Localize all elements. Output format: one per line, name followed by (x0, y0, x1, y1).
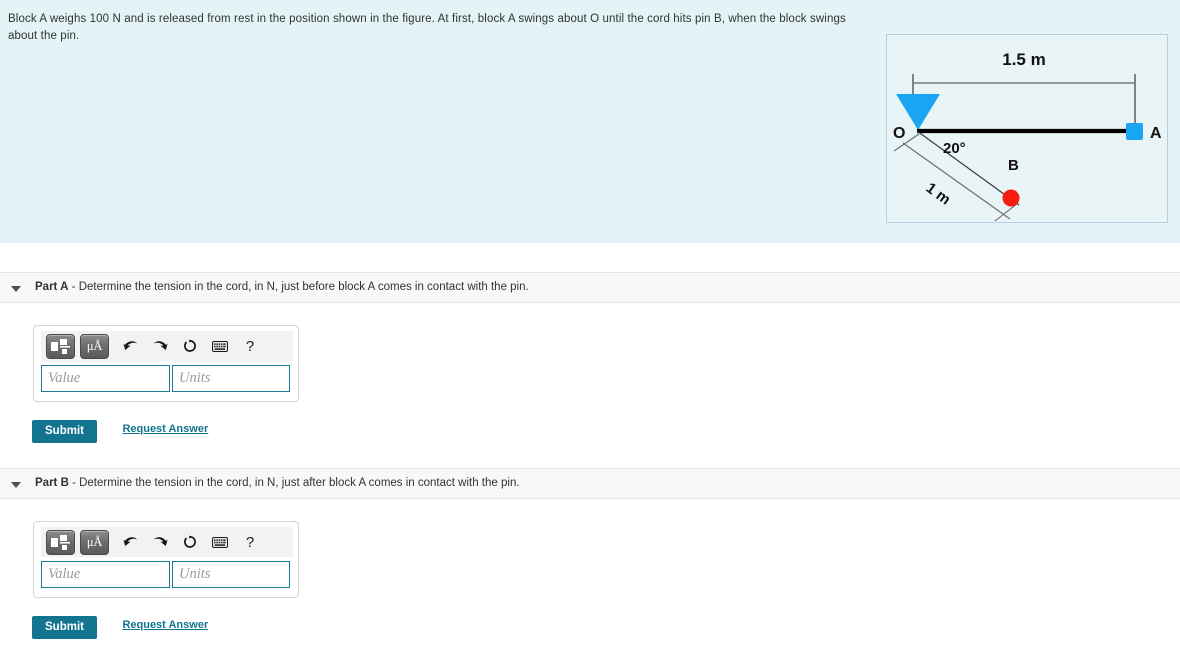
value-input-placeholder: Value (48, 566, 81, 582)
figure-label-cord-dimension: 1 m (923, 179, 954, 208)
figure-label-top-dimension: 1.5 m (1002, 50, 1045, 69)
units-input-placeholder: Units (179, 370, 211, 386)
part-b-title: Part B (35, 477, 69, 489)
units-input[interactable]: Units (172, 561, 290, 588)
collapse-caret-icon[interactable] (11, 286, 21, 292)
value-input-placeholder: Value (48, 370, 81, 386)
figure-label-angle: 20° (943, 140, 966, 157)
help-icon[interactable]: ? (237, 334, 263, 358)
problem-statement-text: Block A weighs 100 N and is released fro… (8, 13, 846, 42)
request-answer-link[interactable]: Request Answer (122, 619, 208, 631)
part-a-field-row: Value Units (41, 365, 290, 392)
part-b-separator: - (68, 477, 80, 489)
figure-label-pivot-o: O (893, 125, 905, 142)
part-a-header[interactable]: Part A - Determine the tension in the co… (0, 272, 1180, 303)
part-b-toolbar: μÅ ? (41, 527, 293, 557)
part-a-toolbar: μÅ ? (41, 331, 293, 361)
keyboard-icon[interactable] (207, 530, 233, 554)
units-input[interactable]: Units (172, 365, 290, 392)
units-entry-label: μÅ (86, 534, 103, 549)
reset-circular-arrow-icon[interactable] (177, 530, 203, 554)
part-a-answer-card: μÅ ? Value Units (33, 325, 299, 402)
pin-b-marker (1002, 189, 1020, 207)
reset-circular-arrow-icon[interactable] (177, 334, 203, 358)
part-b-question: Determine the tension in the cord, in N,… (79, 477, 520, 489)
part-a-label: Part A - Determine the tension in the co… (35, 281, 529, 293)
part-a-question: Determine the tension in the cord, in N,… (78, 281, 529, 293)
help-icon[interactable]: ? (237, 530, 263, 554)
request-answer-link[interactable]: Request Answer (122, 423, 208, 435)
redo-arrow-icon[interactable] (147, 334, 173, 358)
redo-arrow-icon[interactable] (147, 530, 173, 554)
value-input[interactable]: Value (41, 365, 170, 392)
part-b-answer-card: μÅ ? Value Units (33, 521, 299, 598)
units-entry-icon[interactable]: μÅ (80, 529, 109, 555)
units-entry-icon[interactable]: μÅ (80, 333, 109, 359)
part-a-submit-row: Submit Request Answer (32, 420, 208, 443)
part-b-label: Part B - Determine the tension in the co… (35, 477, 520, 489)
dimension-line-horizontal (912, 74, 1136, 131)
math-template-icon[interactable] (46, 529, 75, 555)
undo-arrow-icon[interactable] (117, 530, 143, 554)
problem-statement-panel: Block A weighs 100 N and is released fro… (0, 0, 1180, 243)
part-b-header[interactable]: Part B - Determine the tension in the co… (0, 468, 1180, 499)
part-a-title: Part A (35, 281, 69, 293)
figure-label-block-a: A (1150, 125, 1162, 142)
figure-diagram: 1.5 m O A B 20° 1 m (893, 50, 1162, 222)
units-input-placeholder: Units (179, 566, 211, 582)
figure-label-pin-b: B (1008, 157, 1019, 174)
value-input[interactable]: Value (41, 561, 170, 588)
collapse-caret-icon[interactable] (11, 482, 21, 488)
part-a-separator: - (68, 281, 79, 293)
math-template-icon[interactable] (46, 333, 75, 359)
part-b-submit-row: Submit Request Answer (32, 616, 208, 639)
submit-button[interactable]: Submit (32, 616, 97, 639)
part-b-field-row: Value Units (41, 561, 290, 588)
undo-arrow-icon[interactable] (117, 334, 143, 358)
block-a-marker (1126, 123, 1143, 140)
units-entry-label: μÅ (86, 338, 103, 353)
submit-button[interactable]: Submit (32, 420, 97, 443)
keyboard-icon[interactable] (207, 334, 233, 358)
problem-figure: 1.5 m O A B 20° 1 m (886, 34, 1168, 223)
